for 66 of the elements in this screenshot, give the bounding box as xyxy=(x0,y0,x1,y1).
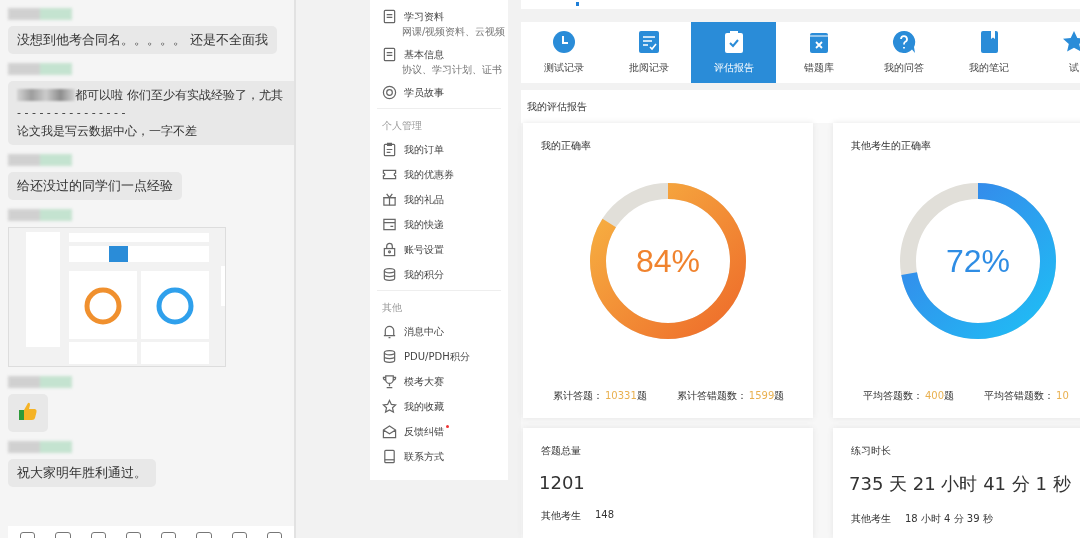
comparison-value: 148 xyxy=(595,509,615,522)
comparison-label: 其他考生 xyxy=(541,509,581,523)
sidebar-item[interactable]: PDU/PDH积分 xyxy=(382,344,470,369)
tablet-icon xyxy=(382,449,397,464)
sidebar-item[interactable]: 我的积分 xyxy=(382,262,444,287)
db-icon xyxy=(382,267,397,282)
doc-icon xyxy=(382,9,397,24)
message-text: 论文我是写云数据中心，一字不差 xyxy=(17,123,198,139)
percentage: 72% xyxy=(946,242,1010,280)
sidebar-item[interactable]: 我的礼品 xyxy=(382,187,444,212)
sidebar-item[interactable]: 我的快递 xyxy=(382,212,444,237)
sidebar-item[interactable]: 反馈纠错 xyxy=(382,419,444,444)
bell-icon xyxy=(382,324,397,339)
sidebar-item[interactable]: 账号设置 xyxy=(382,237,444,262)
checklist-icon xyxy=(636,30,661,55)
message-text: 都可以啦 你们至少有实战经验了，尤其 xyxy=(75,87,283,103)
blurred-name xyxy=(8,63,72,75)
lock-icon xyxy=(382,242,397,257)
gift-icon xyxy=(382,192,397,207)
comparison-label: 其他考生 xyxy=(851,512,891,526)
stat-text: 累计答错题数： 1599题 xyxy=(676,389,785,403)
sidebar-item[interactable]: 学员故事 xyxy=(382,80,444,105)
blurred-name xyxy=(8,376,72,388)
panel-title: 我的评估报告 xyxy=(521,90,1080,123)
divider-text: - - - - - - - - - - - - - - - xyxy=(17,105,127,121)
item-description: 网课/视频资料、云视频 xyxy=(402,25,506,39)
message-bubble: 祝大家明年胜利通过。 xyxy=(8,459,156,487)
sidebar-item[interactable]: 模考大赛 xyxy=(382,369,444,394)
sidebar-item[interactable]: 我的优惠券 xyxy=(382,162,454,187)
clip-icon xyxy=(382,142,397,157)
section-title: 其他 xyxy=(382,301,403,315)
stat-text: 累计答题： 10331题 xyxy=(553,389,647,403)
db-icon xyxy=(382,349,397,364)
message-bubble: 给还没过的同学们一点经验 xyxy=(8,172,182,200)
tab[interactable]: 评估报告 xyxy=(691,22,776,83)
card-title: 答题总量 xyxy=(540,444,582,458)
sidebar-item[interactable]: 我的收藏 xyxy=(382,394,444,419)
ticket-icon xyxy=(382,167,397,182)
mail-icon xyxy=(382,424,397,439)
blurred-name xyxy=(8,154,72,166)
box-icon xyxy=(382,217,397,232)
blurred-name xyxy=(8,8,72,20)
card-title: 我的正确率 xyxy=(540,139,592,153)
sidebar-item[interactable]: 消息中心 xyxy=(382,319,444,344)
doc-icon xyxy=(382,47,397,62)
card-title: 其他考生的正确率 xyxy=(850,139,932,153)
message-bubble: 没想到他考合同名。。。。。 还是不全面我 xyxy=(8,26,277,54)
blurred-name xyxy=(8,441,72,453)
clock-icon xyxy=(551,30,576,55)
stat-text: 平均答题数： 400题 xyxy=(863,389,955,403)
blurred-mention xyxy=(17,89,75,101)
section-title: 个人管理 xyxy=(382,119,423,133)
percentage: 84% xyxy=(636,242,700,280)
trophy-icon xyxy=(382,374,397,389)
card-title: 练习时长 xyxy=(850,444,892,458)
sidebar-item[interactable]: 我的订单 xyxy=(382,137,444,162)
stat-text: 平均答错题数： 10 xyxy=(984,389,1069,403)
question-bubble-icon xyxy=(891,30,916,55)
thumbs-up-icon xyxy=(18,401,38,421)
total-value: 735 天 21 小时 41 分 1 秒 xyxy=(848,472,1072,496)
sidebar-item[interactable]: 联系方式 xyxy=(382,444,444,469)
comparison-value: 18 小时 4 分 39 秒 xyxy=(905,512,993,526)
total-value: 1201 xyxy=(538,471,586,493)
star-icon xyxy=(382,399,397,414)
item-description: 协议、学习计划、证书 xyxy=(402,63,503,77)
blurred-name xyxy=(8,209,72,221)
